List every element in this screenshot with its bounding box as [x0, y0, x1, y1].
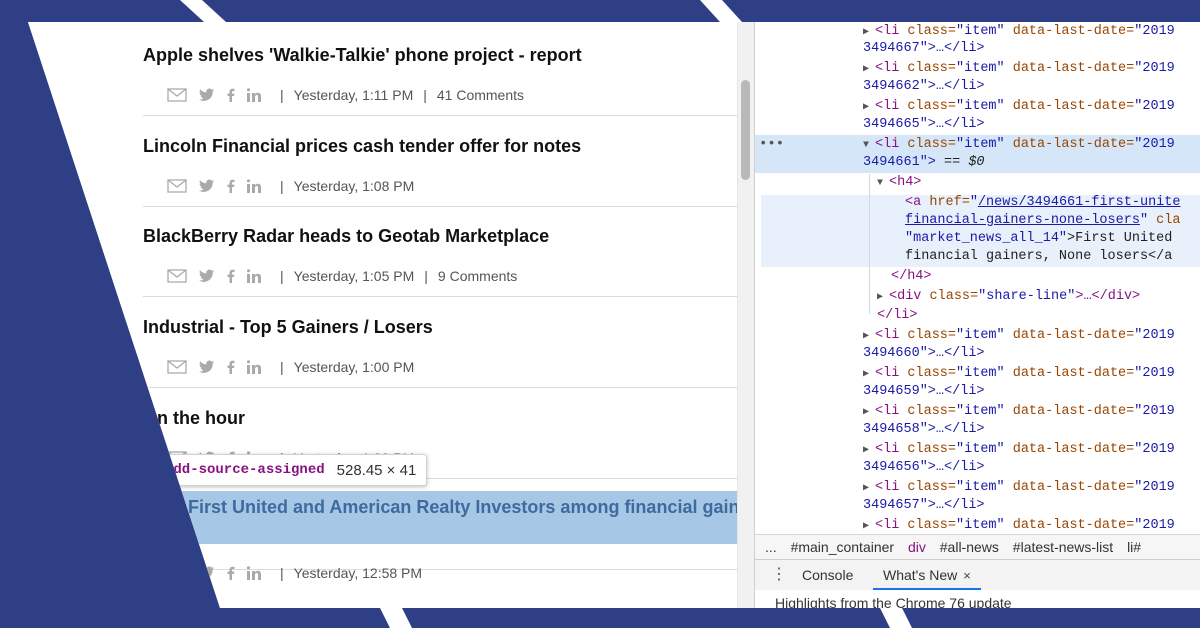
dom-node-li[interactable]: ▶ <li class="item" data-last-date="2019 [863, 59, 1200, 78]
facebook-icon[interactable] [227, 360, 235, 374]
drawer-menu-icon[interactable]: ⋮ [771, 560, 787, 590]
facebook-icon[interactable] [227, 269, 235, 283]
elements-tree: ••• ▶ <li class="item" data-last-date="20… [755, 22, 1200, 534]
share-line: | Yesterday, 1:08 PM [167, 178, 414, 194]
dom-node-li[interactable]: ▶ <li class="item" data-last-date="2019 [863, 364, 1200, 383]
breadcrumb-item[interactable]: li# [1127, 539, 1141, 555]
tab-whats-new-label: What's New [883, 567, 958, 583]
expand-triangle-icon[interactable]: ▶ [863, 517, 875, 534]
list-item[interactable]: Apple shelves 'Walkie-Talkie' phone proj… [143, 25, 737, 116]
twitter-icon[interactable] [199, 269, 215, 283]
twitter-icon[interactable] [199, 179, 215, 193]
linkedin-icon[interactable] [247, 566, 262, 580]
dom-node-h4[interactable]: ▼ <h4> [877, 173, 1200, 192]
inspect-tooltip: add-source-assigned 528.45 × 41 [150, 454, 428, 486]
tab-console[interactable]: Console [802, 560, 853, 590]
separator: | [280, 565, 284, 581]
dom-node-li-tail: 3494662">…</li> [863, 79, 985, 94]
mail-icon[interactable] [167, 179, 187, 193]
facebook-icon[interactable] [227, 179, 235, 193]
comments-link[interactable]: 9 Comments [438, 268, 517, 284]
dom-node-li-tail: 3494660">…</li> [863, 346, 985, 361]
dom-node-li-close: </li> [877, 308, 918, 323]
dom-node-li-tail: 3494667">…</li> [863, 41, 985, 56]
facebook-icon[interactable] [227, 88, 235, 102]
breadcrumb-item[interactable]: ... [765, 539, 777, 555]
mail-icon[interactable] [167, 269, 187, 283]
linkedin-icon[interactable] [247, 179, 262, 193]
dom-node-li-tail: 3494661"> == $0 [863, 155, 985, 170]
dom-node-li[interactable]: ▶ <li class="item" data-last-date="2019 [863, 516, 1200, 534]
dom-node-anchor-line: financial gainers, None losers</a [905, 249, 1173, 264]
dom-node-li[interactable]: ▶ <li class="item" data-last-date="2019 [863, 402, 1200, 421]
news-title[interactable]: Lincoln Financial prices cash tender off… [143, 136, 581, 157]
scrollbar-thumb[interactable] [741, 80, 750, 180]
dom-node-anchor-line: "market_news_all_14">First United [905, 231, 1173, 246]
collapse-triangle-icon[interactable]: ▼ [877, 174, 889, 193]
list-item[interactable]: | Yesterday, 12:58 PM [143, 479, 737, 581]
share-line: | Yesterday, 1:00 PM [167, 359, 414, 375]
dom-node-li-tail: 3494656">…</li> [863, 460, 985, 475]
share-line: | Yesterday, 1:05 PM | 9 Comments [167, 268, 517, 284]
dom-node-anchor-line: financial-gainers-none-losers" cla [905, 213, 1181, 228]
node-actions-icon[interactable]: ••• [759, 136, 784, 152]
dom-node-h4-close: </h4> [891, 269, 932, 284]
breadcrumb-item[interactable]: div [908, 539, 926, 555]
dom-node-share-line[interactable]: ▶ <div class="share-line">…</div> [877, 287, 1200, 306]
dom-node-li[interactable]: ▶ <li class="item" data-last-date="2019 [863, 97, 1200, 116]
dom-node-li-tail: 3494665">…</li> [863, 117, 985, 132]
separator: | [280, 87, 284, 103]
twitter-icon[interactable] [199, 360, 215, 374]
timestamp: Yesterday, 1:11 PM [293, 87, 414, 103]
breadcrumb-item[interactable]: #main_container [791, 539, 895, 555]
timestamp: Yesterday, 1:05 PM [293, 268, 415, 284]
close-icon[interactable]: × [963, 568, 971, 583]
separator: | [280, 359, 284, 375]
dom-node-li[interactable]: ▶ <li class="item" data-last-date="2019 [863, 326, 1200, 345]
news-title[interactable]: Apple shelves 'Walkie-Talkie' phone proj… [143, 45, 582, 66]
share-line: | Yesterday, 1:11 PM | 41 Comments [167, 87, 524, 103]
breadcrumb-item[interactable]: #all-news [940, 539, 999, 555]
separator: | [280, 268, 284, 284]
facebook-icon[interactable] [227, 566, 235, 580]
linkedin-icon[interactable] [247, 269, 262, 283]
mail-icon[interactable] [167, 88, 187, 102]
dom-node-li[interactable]: ▶ <li class="item" data-last-date="2019 [863, 478, 1200, 497]
dom-node-anchor[interactable]: <a href="/news/3494661-first-unite [905, 193, 1200, 212]
dom-node-li-selected[interactable]: ▼ <li class="item" data-last-date="2019 [863, 135, 1200, 154]
timestamp: Yesterday, 12:58 PM [293, 565, 423, 581]
timestamp: Yesterday, 1:00 PM [293, 359, 415, 375]
mail-icon[interactable] [167, 360, 187, 374]
news-title[interactable]: BlackBerry Radar heads to Geotab Marketp… [143, 226, 549, 247]
devtools-panel: ••• ▶ <li class="item" data-last-date="20… [754, 22, 1200, 608]
dom-node-li-tail: 3494658">…</li> [863, 422, 985, 437]
tooltip-dimensions: 528.45 × 41 [336, 461, 417, 479]
separator: | [280, 178, 284, 194]
breadcrumb-item[interactable]: #latest-news-list [1013, 539, 1113, 555]
tab-whats-new[interactable]: What's New × [873, 560, 981, 590]
expand-triangle-icon[interactable]: ▶ [877, 288, 889, 307]
separator: | [424, 268, 428, 284]
dom-breadcrumb: ... #main_container div #all-news #lates… [755, 534, 1200, 559]
comments-link[interactable]: 41 Comments [437, 87, 524, 103]
separator: | [423, 87, 427, 103]
timestamp: Yesterday, 1:08 PM [293, 178, 415, 194]
linkedin-icon[interactable] [247, 88, 262, 102]
devtools-drawer-tabs: ⋮ Console What's New × [755, 559, 1200, 590]
twitter-icon[interactable] [199, 88, 215, 102]
dom-node-li[interactable]: ▶ <li class="item" data-last-date="2019 [863, 440, 1200, 459]
list-item[interactable]: Lincoln Financial prices cash tender off… [143, 116, 737, 207]
list-item[interactable]: BlackBerry Radar heads to Geotab Marketp… [143, 206, 737, 297]
list-item[interactable]: Industrial - Top 5 Gainers / Losers | Ye… [143, 297, 737, 388]
tooltip-selector: add-source-assigned [165, 462, 325, 478]
dom-node-li-tail: 3494657">…</li> [863, 498, 985, 513]
linkedin-icon[interactable] [247, 360, 262, 374]
tree-guide [869, 174, 870, 314]
news-title[interactable]: Industrial - Top 5 Gainers / Losers [143, 317, 433, 338]
dom-node-li-tail: 3494659">…</li> [863, 384, 985, 399]
